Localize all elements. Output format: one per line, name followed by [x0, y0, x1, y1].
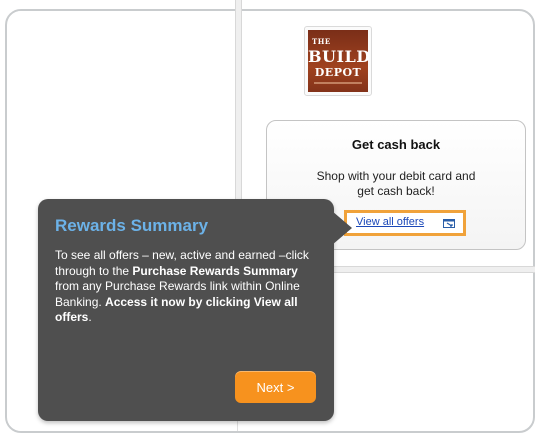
tooltip-pointer — [332, 211, 352, 245]
tooltip-title: Rewards Summary — [55, 216, 209, 235]
view-all-offers-link[interactable]: View all offers — [356, 216, 424, 228]
cash-back-title: Get cash back — [351, 137, 441, 152]
cash-back-description: Shop with your debit card and get cash b… — [287, 169, 505, 199]
build-depot-logo: THE BUILD DEPOT — [304, 26, 372, 96]
external-window-icon[interactable] — [443, 219, 455, 228]
tooltip-body-text: . — [88, 310, 92, 324]
cash-back-text-line1: Shop with your debit card and — [316, 169, 476, 183]
cash-back-text-line2: get cash back! — [357, 184, 435, 198]
logo-image: THE BUILD DEPOT — [308, 30, 371, 92]
rewards-summary-tooltip: Rewards Summary To see all offers – new,… — [38, 199, 352, 421]
logo-text-the: THE — [312, 37, 331, 46]
tooltip-body: To see all offers – new, active and earn… — [55, 248, 317, 326]
logo-text-depot: DEPOT — [314, 66, 362, 79]
next-button[interactable]: Next > — [235, 371, 316, 403]
logo-decoration — [314, 82, 362, 84]
tooltip-body-bold-purchase-rewards: Purchase Rewards Summary — [132, 263, 298, 278]
view-all-offers-highlight[interactable]: View all offers — [344, 210, 466, 236]
logo-text-build: BUILD — [308, 47, 371, 66]
